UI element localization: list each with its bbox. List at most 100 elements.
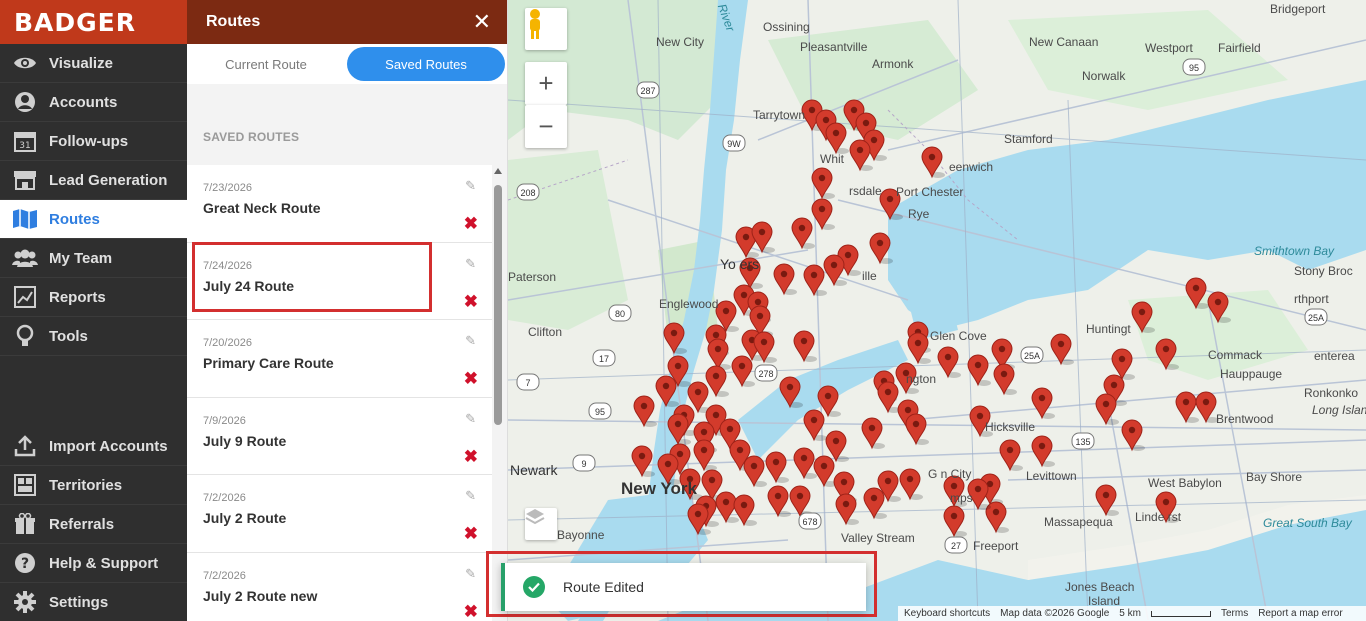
map-pin-icon[interactable] xyxy=(1031,435,1055,468)
tab-current-route[interactable]: Current Route xyxy=(187,47,345,81)
map-pin-icon[interactable] xyxy=(825,122,849,155)
map-label: Great South Bay xyxy=(1263,516,1352,530)
map-pin-icon[interactable] xyxy=(1185,277,1209,310)
map-pin-icon[interactable] xyxy=(663,322,687,355)
nav-item-lead-generation[interactable]: Lead Generation xyxy=(0,161,187,200)
map-pin-icon[interactable] xyxy=(877,381,901,414)
scrollbar-thumb[interactable] xyxy=(494,185,502,425)
map-pin-icon[interactable] xyxy=(803,409,827,442)
map-pin-icon[interactable] xyxy=(943,505,967,538)
map-pin-icon[interactable] xyxy=(773,263,797,296)
nav-item-reports[interactable]: Reports xyxy=(0,278,187,317)
map-label: Port Chester xyxy=(896,185,964,199)
delete-icon[interactable]: ✖ xyxy=(464,602,478,621)
map-view[interactable]: Bridgeport Ossining New City Pleasantvil… xyxy=(508,0,1366,621)
pencil-icon[interactable]: ✎ xyxy=(465,411,476,427)
map-pin-icon[interactable] xyxy=(811,198,835,231)
tab-saved-routes[interactable]: Saved Routes xyxy=(347,47,505,81)
map-pin-icon[interactable] xyxy=(803,264,827,297)
store-icon xyxy=(12,167,38,193)
map-pin-icon[interactable] xyxy=(921,146,945,179)
map-pin-icon[interactable] xyxy=(905,413,929,446)
map-pin-icon[interactable] xyxy=(967,354,991,387)
delete-icon[interactable]: ✖ xyxy=(464,292,478,312)
map-pin-icon[interactable] xyxy=(1207,291,1231,324)
map-pin-icon[interactable] xyxy=(765,451,789,484)
map-pin-icon[interactable] xyxy=(731,355,755,388)
terms-link[interactable]: Terms xyxy=(1221,608,1248,619)
map-pin-icon[interactable] xyxy=(899,468,923,501)
nav-item-follow-ups[interactable]: 31 Follow-ups xyxy=(0,122,187,161)
nav-item-visualize[interactable]: Visualize xyxy=(0,44,187,83)
zoom-out-button[interactable]: − xyxy=(525,105,567,148)
map-pin-icon[interactable] xyxy=(999,439,1023,472)
map-pin-icon[interactable] xyxy=(1050,333,1074,366)
map-label: rsdale xyxy=(849,184,882,198)
report-error-link[interactable]: Report a map error xyxy=(1258,608,1342,619)
map-pin-icon[interactable] xyxy=(705,365,729,398)
nav-item-routes[interactable]: Routes xyxy=(0,200,187,239)
nav-item-referrals[interactable]: Referrals xyxy=(0,505,187,544)
nav-item-settings[interactable]: Settings xyxy=(0,583,187,621)
route-item[interactable]: 7/2/2026 July 2 Route new ✎ ✖ xyxy=(187,552,492,621)
nav-item-my-team[interactable]: My Team xyxy=(0,239,187,278)
map-pin-icon[interactable] xyxy=(1175,391,1199,424)
delete-icon[interactable]: ✖ xyxy=(464,369,478,389)
map-pin-icon[interactable] xyxy=(1131,301,1155,334)
map-pin-icon[interactable] xyxy=(817,385,841,418)
street-view-pegman[interactable] xyxy=(525,8,567,50)
map-pin-icon[interactable] xyxy=(791,217,815,250)
map-pin-icon[interactable] xyxy=(1095,484,1119,517)
map-pin-icon[interactable] xyxy=(869,232,893,265)
map-pin-icon[interactable] xyxy=(633,395,657,428)
map-label: rthport xyxy=(1294,292,1329,306)
nav-item-accounts[interactable]: Accounts xyxy=(0,83,187,122)
nav-item-import-accounts[interactable]: Import Accounts xyxy=(0,427,187,466)
delete-icon[interactable]: ✖ xyxy=(464,447,478,467)
delete-icon[interactable]: ✖ xyxy=(464,524,478,544)
nav-item-label: Referrals xyxy=(49,515,115,533)
zoom-in-button[interactable]: + xyxy=(525,62,567,105)
nav-item-territories[interactable]: Territories xyxy=(0,466,187,505)
pencil-icon[interactable]: ✎ xyxy=(465,256,476,272)
map-pin-icon[interactable] xyxy=(789,485,813,518)
pencil-icon[interactable]: ✎ xyxy=(465,178,476,194)
route-item[interactable]: 7/9/2026 July 9 Route ✎ ✖ xyxy=(187,397,492,475)
map-pin-icon[interactable] xyxy=(1031,387,1055,420)
map-pin-icon[interactable] xyxy=(861,417,885,450)
map-pin-icon[interactable] xyxy=(751,221,775,254)
map-pin-icon[interactable] xyxy=(1121,419,1145,452)
map-label: Bridgeport xyxy=(1270,2,1326,16)
map-pin-icon[interactable] xyxy=(743,455,767,488)
route-item[interactable]: 7/23/2026 Great Neck Route ✎ ✖ xyxy=(187,165,492,243)
map-pin-icon[interactable] xyxy=(631,445,655,478)
delete-icon[interactable]: ✖ xyxy=(464,214,478,234)
map-pin-icon[interactable] xyxy=(793,447,817,480)
pencil-icon[interactable]: ✎ xyxy=(465,566,476,582)
logo[interactable]: BADGER xyxy=(0,0,187,44)
nav-item-label: Routes xyxy=(49,210,100,228)
scroll-up-arrow[interactable] xyxy=(494,168,502,174)
map-pin-icon[interactable] xyxy=(793,330,817,363)
map-pin-icon[interactable] xyxy=(693,439,717,472)
map-label: Commack xyxy=(1208,348,1263,362)
layers-button[interactable] xyxy=(525,508,557,540)
close-icon[interactable]: ✕ xyxy=(473,9,491,35)
route-name: July 9 Route xyxy=(203,432,287,449)
nav-item-help-support[interactable]: ? Help & Support xyxy=(0,544,187,583)
route-item[interactable]: 7/20/2026 Primary Care Route ✎ ✖ xyxy=(187,320,492,398)
map-pin-icon[interactable] xyxy=(767,485,791,518)
route-name: Primary Care Route xyxy=(203,355,334,371)
map-pin-icon[interactable] xyxy=(811,167,835,200)
map-label: enterea xyxy=(1314,349,1355,363)
keyboard-shortcuts-link[interactable]: Keyboard shortcuts xyxy=(904,608,990,619)
nav-item-tools[interactable]: Tools xyxy=(0,317,187,356)
map-label: Whit xyxy=(820,152,844,166)
map-pin-icon[interactable] xyxy=(779,376,803,409)
scale-label[interactable]: 5 km xyxy=(1119,608,1141,619)
pencil-icon[interactable]: ✎ xyxy=(465,488,476,504)
map-pin-icon[interactable] xyxy=(1155,338,1179,371)
pencil-icon[interactable]: ✎ xyxy=(465,333,476,349)
route-item[interactable]: 7/2/2026 July 2 Route ✎ ✖ xyxy=(187,475,492,553)
map-pin-icon[interactable] xyxy=(937,346,961,379)
